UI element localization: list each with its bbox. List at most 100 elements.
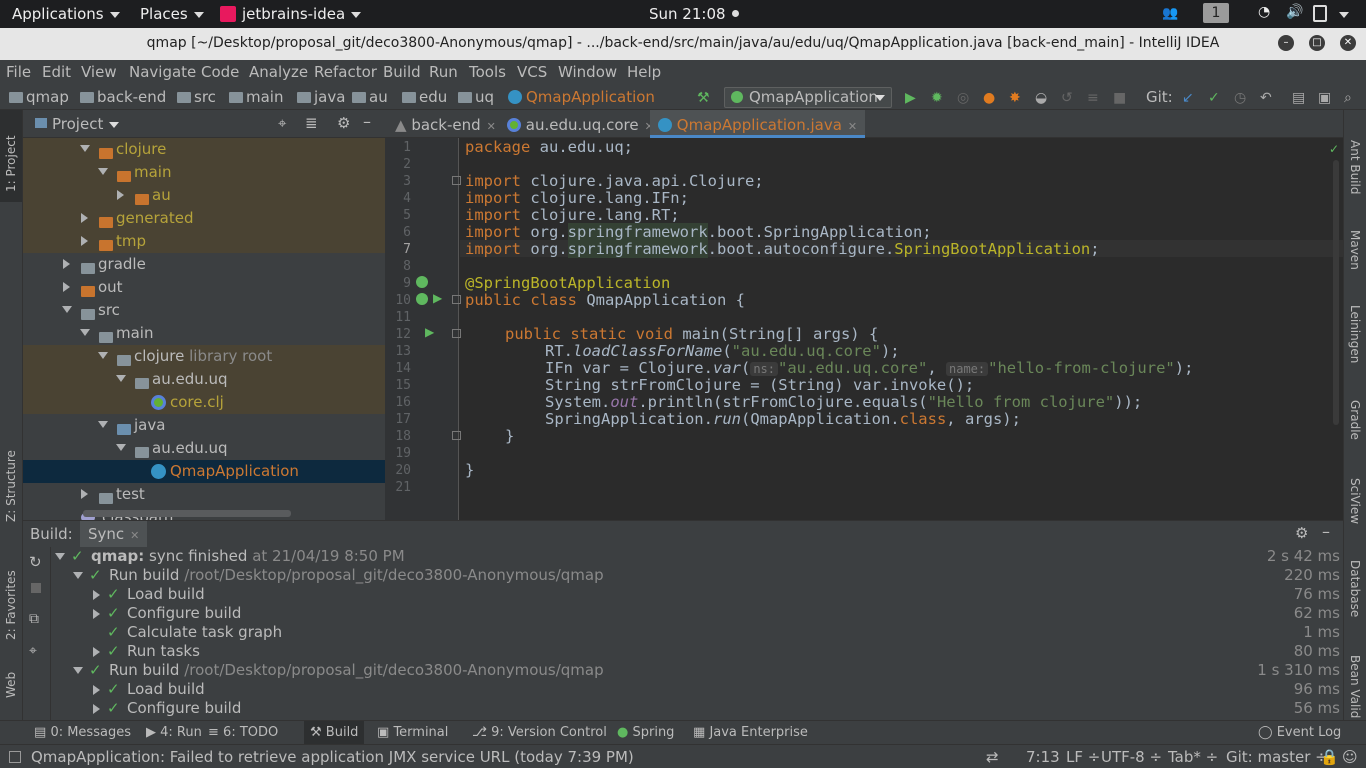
tool-tab-terminal[interactable]: ▣ Terminal xyxy=(377,725,448,740)
caret-position[interactable]: 7:13 xyxy=(1026,748,1060,766)
concurrency-icon[interactable]: ◒ xyxy=(1035,90,1047,106)
applications-menu[interactable]: Applications xyxy=(12,5,120,23)
tab-qmapapplication-java[interactable]: QmapApplication.java ✕ xyxy=(650,110,866,138)
close-button[interactable]: ✕ xyxy=(1340,35,1356,51)
battery-icon[interactable] xyxy=(1313,5,1327,22)
git-rollback-icon[interactable]: ↶ xyxy=(1260,90,1272,106)
places-menu[interactable]: Places xyxy=(140,5,204,23)
indent-selector[interactable]: Tab* ÷ xyxy=(1168,748,1218,766)
build-row[interactable]: ✓ Run tasks 80 ms xyxy=(51,642,1343,661)
build-row[interactable]: ✓ Calculate task graph 1 ms xyxy=(51,623,1343,642)
tool-tab-version-control[interactable]: ⎇ 9: Version Control xyxy=(472,725,607,740)
code-line[interactable]: System.out.println(strFromClojure.equals… xyxy=(465,393,1142,411)
tree-item-src-main[interactable]: main xyxy=(23,322,385,345)
tool-tab-spring[interactable]: ● Spring xyxy=(617,725,674,740)
menu-run[interactable]: Run xyxy=(429,63,458,81)
stripe-database[interactable]: Database xyxy=(1348,560,1362,617)
coverage-icon[interactable]: ◎ xyxy=(957,90,969,106)
menu-code[interactable]: Code xyxy=(201,63,239,81)
run-gutter-icon[interactable]: ▶ xyxy=(433,291,442,305)
tree-item-src[interactable]: src xyxy=(23,299,385,322)
tree-item-java[interactable]: java xyxy=(23,414,385,437)
debug-icon[interactable]: ✹ xyxy=(931,90,943,106)
editor-scrollbar[interactable] xyxy=(1333,160,1339,425)
stripe-structure[interactable]: Z: Structure xyxy=(4,450,18,522)
menu-help[interactable]: Help xyxy=(627,63,661,81)
clock[interactable]: Sun 21:08 xyxy=(649,5,739,23)
fold-icon[interactable] xyxy=(452,431,461,440)
build-row[interactable]: ✓ Configure build 56 ms xyxy=(51,699,1343,718)
app-menu[interactable]: jetbrains-idea xyxy=(220,5,362,23)
build-row[interactable]: ✓ Configure build 62 ms xyxy=(51,604,1343,623)
code-line[interactable]: import org.springframework.boot.SpringAp… xyxy=(465,223,932,241)
fold-icon[interactable] xyxy=(452,176,461,185)
tool-windows-toggle-icon[interactable] xyxy=(9,751,21,763)
git-branch-icon[interactable]: ⇄ xyxy=(986,748,999,766)
stripe-web[interactable]: Web xyxy=(4,672,18,698)
tree-item-core-clj[interactable]: core.clj xyxy=(23,391,385,414)
sync-icon[interactable]: ↻ xyxy=(29,553,42,571)
spring-bean-gutter-icon[interactable] xyxy=(416,276,428,288)
hide-panel-icon[interactable]: – xyxy=(363,112,371,131)
code-line[interactable]: public class QmapApplication { xyxy=(465,291,745,309)
code-line[interactable]: import clojure.lang.IFn; xyxy=(465,189,689,207)
breadcrumb-qmapapplication[interactable]: QmapApplication xyxy=(508,88,655,106)
build-row[interactable]: ✓ Load build 96 ms xyxy=(51,680,1343,699)
horizontal-scrollbar[interactable] xyxy=(83,510,291,517)
profile-alt-icon[interactable]: ✸ xyxy=(1009,90,1021,106)
breadcrumb-edu[interactable]: edu xyxy=(402,88,447,106)
git-update-icon[interactable]: ↙ xyxy=(1182,90,1194,106)
breadcrumb-src[interactable]: src xyxy=(177,88,216,106)
build-row[interactable]: ✓ Run build /root/Desktop/proposal_git/de… xyxy=(51,661,1343,680)
breadcrumb-qmap[interactable]: qmap xyxy=(9,88,69,106)
tree-item-test[interactable]: test xyxy=(23,483,385,506)
breadcrumb-main[interactable]: main xyxy=(229,88,283,106)
gear-icon[interactable]: ⚙ xyxy=(1295,524,1308,542)
inspection-ok-icon[interactable]: ✓ xyxy=(1329,142,1339,156)
tool-tab-messages[interactable]: ▤ 0: Messages xyxy=(34,725,131,740)
git-branch-selector[interactable]: Git: master ÷ xyxy=(1226,748,1328,766)
attach-icon[interactable]: ↺ xyxy=(1061,90,1073,106)
build-row[interactable]: ✓ Run build /root/Desktop/proposal_git/de… xyxy=(51,566,1343,585)
tool-tab-run[interactable]: ▶ 4: Run xyxy=(146,725,202,740)
stripe-bean-validation[interactable]: Bean Valid xyxy=(1348,655,1362,718)
layout-icon[interactable]: ▣ xyxy=(1318,90,1331,106)
menu-refactor[interactable]: Refactor xyxy=(314,63,377,81)
tree-item-clojure[interactable]: clojure xyxy=(23,138,385,161)
tab-au-edu-uq-core[interactable]: au.edu.uq.core✕ xyxy=(507,110,654,138)
pin-icon[interactable]: ⌖ xyxy=(29,643,37,659)
close-icon[interactable]: ✕ xyxy=(130,529,139,542)
line-separator-selector[interactable]: LF ÷ xyxy=(1066,748,1100,766)
stripe-maven[interactable]: Maven xyxy=(1348,230,1362,270)
locate-icon[interactable]: ⌖ xyxy=(278,114,286,132)
code-line[interactable]: } xyxy=(465,461,474,479)
menu-file[interactable]: File xyxy=(6,63,31,81)
run-gutter-icon[interactable]: ▶ xyxy=(425,325,434,339)
tree-item-package-clj[interactable]: au.edu.uq xyxy=(23,368,385,391)
tool-tab-event-log[interactable]: ◯ Event Log xyxy=(1258,725,1341,740)
build-row[interactable]: ✓ Load build 76 ms xyxy=(51,585,1343,604)
gear-icon[interactable]: ⚙ xyxy=(337,114,350,132)
stop-icon[interactable] xyxy=(31,583,41,593)
tab-back-end[interactable]: ▲ back-end ✕ xyxy=(395,110,496,138)
spring-bean-gutter-icon[interactable] xyxy=(416,293,428,305)
build-row[interactable]: ✓ qmap: sync finished at 21/04/19 8:50 PM… xyxy=(51,547,1343,566)
fold-icon[interactable] xyxy=(452,295,461,304)
users-icon[interactable]: 👥 xyxy=(1162,6,1178,21)
menu-vcs[interactable]: VCS xyxy=(517,63,547,81)
run-icon[interactable]: ▶ xyxy=(905,90,916,106)
tree-item-package-java[interactable]: au.edu.uq xyxy=(23,437,385,460)
stripe-gradle[interactable]: Gradle xyxy=(1348,400,1362,440)
stripe-leiningen[interactable]: Leiningen xyxy=(1348,305,1362,363)
tree-item-out[interactable]: out xyxy=(23,276,385,299)
status-message[interactable]: QmapApplication: Failed to retrieve appl… xyxy=(31,748,634,766)
system-menu[interactable] xyxy=(1333,5,1349,23)
workspace-indicator[interactable]: 1 xyxy=(1203,3,1229,23)
menu-build[interactable]: Build xyxy=(383,63,421,81)
breadcrumb-java[interactable]: java xyxy=(297,88,345,106)
minimize-button[interactable]: – xyxy=(1278,35,1294,51)
toggle-view-icon[interactable]: ⧉ xyxy=(29,611,39,627)
stripe-ant-build[interactable]: Ant Build xyxy=(1348,140,1362,194)
run-configuration-select[interactable]: QmapApplication xyxy=(724,87,892,108)
volume-icon[interactable]: 🔊 xyxy=(1286,4,1303,20)
